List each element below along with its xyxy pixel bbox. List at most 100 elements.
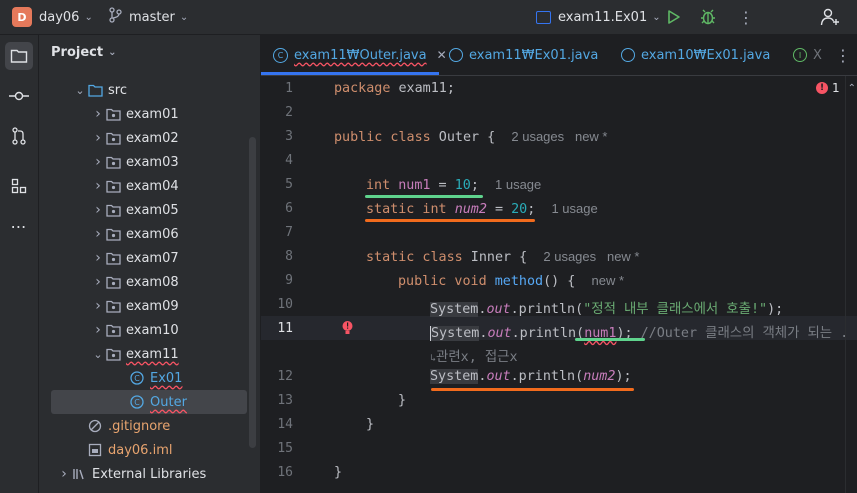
more-tabs-icon[interactable]: ⋮ [835,35,851,75]
more-tools-icon[interactable]: ⋯ [5,212,33,240]
chevron-right-icon[interactable]: › [91,178,105,194]
tree-item[interactable]: › exam04 [39,174,260,198]
add-user-icon [820,8,839,26]
tree-item-label: exam09 [126,298,179,314]
usage-hint[interactable]: new * [592,273,625,288]
tree-item-label: exam11 [126,346,179,362]
structure-tool-button[interactable] [5,172,33,200]
project-panel-header[interactable]: Project ⌄ [51,45,116,60]
usage-hint[interactable]: 1 usage [495,177,541,192]
chevron-right-icon[interactable]: › [91,202,105,218]
commit-tool-button[interactable] [5,82,33,110]
debug-button[interactable] [699,0,717,34]
usage-hint[interactable]: 2 usages new * [543,249,639,264]
line-number[interactable]: 10 [261,297,293,312]
tree-item[interactable]: › exam08 [39,270,260,294]
tree-item[interactable]: C Outer [51,390,247,414]
tree-item-label: Outer [150,394,187,410]
code-line-10: System.out.println("정적 내부 클래스에서 호출!"); [430,297,783,317]
line-number[interactable]: 11 [261,321,293,336]
tree-item[interactable]: › External Libraries [39,462,260,486]
tree-item-label: exam02 [126,130,179,146]
line-number[interactable]: 4 [261,153,293,168]
line-number[interactable]: 13 [261,393,293,408]
code-editor[interactable]: 1 2 3 4 5 6 7 8 9 10 11 12 13 14 15 16 ! 1 ⌃ package ex… [261,76,857,493]
chevron-right-icon[interactable]: › [91,274,105,290]
line-number[interactable]: 12 [261,369,293,384]
project-panel-title: Project [51,45,104,60]
tree-item[interactable]: .gitignore [39,414,260,438]
chevron-right-icon[interactable]: › [57,466,71,482]
pull-requests-tool-button[interactable] [5,122,33,150]
more-vertical-icon[interactable]: ⋮ [738,0,754,34]
tree-item[interactable]: › exam07 [39,246,260,270]
keyword: public class [334,130,431,145]
comment-continuation: 관련x, 접근x [436,350,518,365]
line-number[interactable]: 14 [261,417,293,432]
tree-item[interactable]: › exam03 [39,150,260,174]
line-number[interactable]: 1 [261,81,293,96]
line-number[interactable]: 9 [261,273,293,288]
tree-item-label: exam01 [126,106,179,122]
project-scrollbar[interactable] [249,137,256,448]
orange-annotation-underline [431,388,634,391]
static-field-ref: out [486,369,511,384]
chevron-right-icon[interactable]: › [91,226,105,242]
line-number[interactable]: 15 [261,441,293,456]
usage-hint[interactable]: 1 usage [551,201,597,216]
debug-bug-icon [701,9,715,25]
chevron-right-icon[interactable]: › [91,322,105,338]
project-switcher[interactable]: D day06 ⌄ [12,0,93,34]
chevron-right-icon[interactable]: › [91,298,105,314]
class-icon: C [129,395,145,409]
chevron-down-icon[interactable]: ⌄ [73,84,87,97]
tool-window-strip: ⋯ [0,35,39,493]
tree-item[interactable]: › exam09 [39,294,260,318]
tree-item-label: exam05 [126,202,179,218]
structure-icon [11,178,27,194]
chevron-right-icon[interactable]: › [91,154,105,170]
run-button[interactable] [666,0,682,34]
tree-item[interactable]: › exam10 [39,318,260,342]
project-tool-button[interactable] [5,42,33,70]
line-number[interactable]: 6 [261,201,293,216]
tab-ex01-exam11[interactable]: exam11₩Ex01.java [449,35,598,75]
editor-scrollbar[interactable] [845,76,846,493]
chevron-right-icon[interactable]: › [91,130,105,146]
package-icon [105,107,121,121]
static-field-ref: out [486,302,511,317]
semicolon: ); [615,369,632,384]
chevron-right-icon[interactable]: › [91,106,105,122]
add-user-button[interactable] [820,0,840,34]
line-number[interactable]: 2 [261,105,293,120]
tree-item[interactable]: › exam02 [39,126,260,150]
tree-item[interactable]: C Ex01 [39,366,260,390]
run-config-selector[interactable]: exam11.Ex01 ⌄ [536,0,661,34]
chevron-right-icon[interactable]: › [91,250,105,266]
tree-item[interactable]: ⌄ exam11 [39,342,260,366]
tab-outer-java[interactable]: C exam11₩Outer.java ✕ [273,35,447,75]
line-number[interactable]: 7 [261,225,293,240]
keyword: static int [366,202,447,217]
tree-item[interactable]: ⌄ src [39,78,260,102]
tab-ex01-exam10[interactable]: exam10₩Ex01.java [621,35,770,75]
line-number[interactable]: 16 [261,465,293,480]
error-marker-icon[interactable] [341,320,354,336]
tab-overflow[interactable]: I X [793,35,822,75]
line-number[interactable]: 3 [261,129,293,144]
problems-indicator[interactable]: ! 1 ⌃ [816,81,856,95]
line-number[interactable]: 8 [261,249,293,264]
tree-item[interactable]: day06.iml [39,438,260,462]
editor-tabs: C exam11₩Outer.java ✕ exam11₩Ex01.java e… [261,35,857,76]
tree-item[interactable]: › exam01 [39,102,260,126]
close-icon[interactable]: ✕ [437,48,447,62]
gitignore-icon [87,419,103,433]
tree-item[interactable]: › exam05 [39,198,260,222]
line-number[interactable]: 5 [261,177,293,192]
chevron-down-icon[interactable]: ⌄ [91,348,105,361]
interface-icon: I [793,48,807,62]
usage-hint[interactable]: 2 usages new * [511,129,607,144]
semicolon: ); [767,302,784,317]
tree-item[interactable]: › exam06 [39,222,260,246]
branch-switcher[interactable]: master ⌄ [108,0,188,34]
